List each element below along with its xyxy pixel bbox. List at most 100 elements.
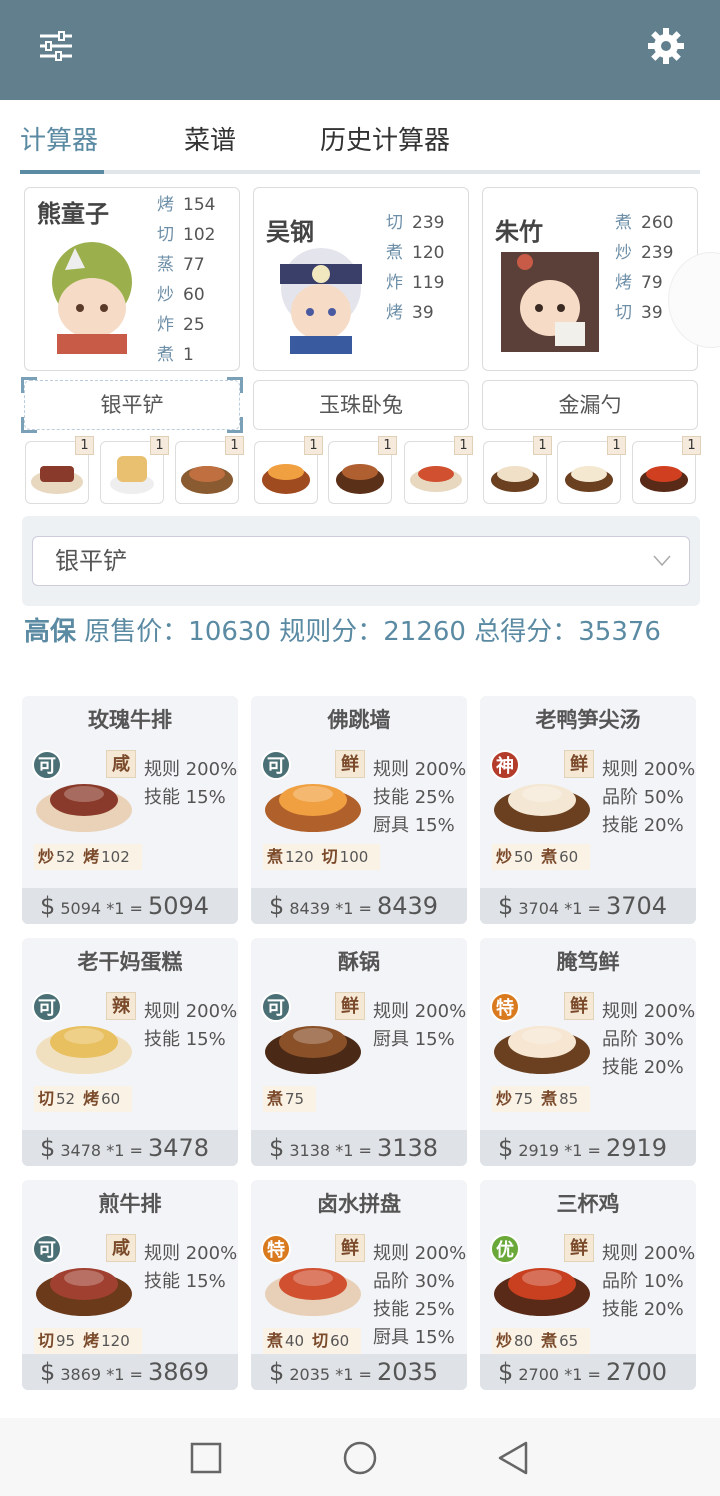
equipment-slot-1[interactable]: 银平铲 [21,377,243,433]
flavor-badge: 鲜 [335,1234,365,1262]
unit-price: 2700 [518,1365,560,1384]
skill-name: 炒 [496,847,513,866]
flavor-badge: 咸 [106,1234,136,1262]
grade-badge: 可 [261,750,291,780]
dish-slot-1[interactable]: 1 [25,436,94,504]
dish-slot-5[interactable]: 1 [328,436,397,504]
dish-result-card[interactable]: 酥锅 可 鲜 规则 200% 厨具 15% 煮 75 $ 3138 *1 = 313… [251,938,467,1166]
dollar-icon: $ [269,1134,285,1162]
summary-label: 高保 [24,617,77,647]
skill-value: 75 [514,1090,534,1108]
grade-badge: 特 [261,1234,291,1264]
dish-slot-9[interactable]: 1 [632,436,701,504]
multiplier: *1 [564,899,583,918]
equipment-slot-2[interactable]: 玉珠卧兔 [253,380,469,430]
rule-line: 技能 20% [602,1057,684,1078]
dish-slot-3[interactable]: 1 [175,436,244,504]
price-row: $ 5094 *1 = 5094 [22,888,238,924]
skill-name: 烤 [83,847,100,866]
dish-result-card[interactable]: 佛跳墙 可 鲜 规则 200% 技能 25% 厨具 15% 煮 120 切 100 $ 8… [251,696,467,924]
settings-gear-icon[interactable] [646,26,686,66]
skill-requirements: 煮 40 切 60 [263,1328,362,1354]
dish-slot-7[interactable]: 1 [483,436,552,504]
dish-name: 玫瑰牛排 [88,708,172,732]
dish-slot-8[interactable]: 1 [557,436,626,504]
tab-calculator[interactable]: 计算器 [20,120,98,157]
bonus-list: 规则 200% 技能 15% [144,998,237,1054]
chef-card-3[interactable]: 朱竹 煮 260 炒 239 烤 79 切 39 [482,187,698,371]
rule-line: 规则 200% [144,759,238,780]
quantity-badge: 1 [150,436,169,455]
quantity-badge: 1 [75,436,94,455]
recent-apps-icon[interactable] [188,1440,224,1476]
flavor-badge: 鲜 [335,750,365,778]
dish-result-card[interactable]: 腌笃鲜 特 鲜 规则 200% 品阶 30% 技能 20% 炒 75 煮 85 $ 291… [480,938,696,1166]
skill-requirements: 炒 50 煮 60 [492,844,591,870]
unit-price: 2919 [518,1141,560,1160]
filter-sliders-icon[interactable] [36,26,76,66]
unit-price: 3478 [60,1141,102,1160]
flavor-badge: 鲜 [335,992,365,1020]
skill-requirements: 切 52 烤 60 [34,1086,133,1112]
chevron-down-icon [653,555,671,567]
total-price: 3478 [147,1134,210,1162]
dollar-icon: $ [269,1358,285,1386]
unit-price: 3138 [289,1141,331,1160]
flavor-badge: 咸 [106,750,136,778]
rule-line: 品阶 50% [602,787,684,808]
skill-name: 煮 [541,1331,558,1350]
rule-line: 技能 15% [144,1271,226,1292]
dish-result-card[interactable]: 玫瑰牛排 可 咸 规则 200% 技能 15% 炒 52 烤 102 $ 5094 *1… [22,696,238,924]
tab-bar: 计算器 菜谱 历史计算器 [0,100,720,176]
price-row: $ 3138 *1 = 3138 [251,1130,467,1166]
grade-badge: 特 [490,992,520,1022]
tab-recipes[interactable]: 菜谱 [184,120,236,157]
rule-select[interactable]: 银平铲 [32,536,690,586]
skill-value: 40 [285,1332,305,1350]
dish-slot-6[interactable]: 1 [404,436,473,504]
dish-slot-4[interactable]: 1 [254,436,323,504]
price-row: $ 3478 *1 = 3478 [22,1130,238,1166]
total-price: 5094 [147,892,210,920]
dish-result-card[interactable]: 三杯鸡 优 鲜 规则 200% 品阶 10% 技能 20% 炒 80 煮 65 $ 270… [480,1180,696,1390]
grade-badge: 可 [32,1234,62,1264]
multiplier: *1 [335,1365,354,1384]
chef-skills: 煮 260 炒 239 烤 79 切 39 [615,213,674,323]
dish-result-card[interactable]: 卤水拼盘 特 鲜 规则 200% 品阶 30% 技能 25% 厨具 15% 煮 40 切 6… [251,1180,467,1390]
skill-name: 烤 [83,1331,100,1350]
dish-result-card[interactable]: 老干妈蛋糕 可 辣 规则 200% 技能 15% 切 52 烤 60 $ 3478 *1… [22,938,238,1166]
unit-price: 8439 [289,899,331,918]
rule-line: 品阶 30% [602,1029,684,1050]
rule-line: 品阶 10% [602,1271,684,1292]
home-icon[interactable] [342,1440,378,1476]
rule-line: 技能 25% [373,787,455,808]
skill-value: 75 [285,1090,305,1108]
chef-skills: 切 239 煮 120 炸 119 烤 39 [386,213,445,323]
multiplier: *1 [106,1365,125,1384]
skill-name: 切 [312,1331,329,1350]
chef-portrait [37,242,147,354]
rule-line: 技能 20% [602,1299,684,1320]
quantity-badge: 1 [378,436,397,455]
chef-portrait [266,242,376,354]
dish-slot-2[interactable]: 1 [100,436,169,504]
multiplier: *1 [106,1141,125,1160]
skill-value: 60 [330,1332,350,1350]
chef-card-2[interactable]: 吴钢 切 239 煮 120 炸 119 烤 39 [253,187,469,371]
multiplier: *1 [106,899,125,918]
chef-card-1[interactable]: 熊童子 烤 154 切 102 蒸 77 炒 60 炸 25 煮1 [24,187,240,371]
dish-name: 佛跳墙 [327,708,391,732]
total-price: 8439 [376,892,439,920]
rule-line: 规则 200% [373,1001,467,1022]
tab-history-calculator[interactable]: 历史计算器 [320,120,450,157]
rule-line: 技能 15% [144,787,226,808]
bonus-list: 规则 200% 技能 25% 厨具 15% [373,756,466,840]
back-icon[interactable] [496,1440,532,1476]
price-row: $ 2700 *1 = 2700 [480,1354,696,1390]
chef-skills: 烤 154 切 102 蒸 77 炒 60 炸 25 煮1 [157,195,216,365]
rule-select-value: 银平铲 [55,547,127,575]
dish-result-card[interactable]: 煎牛排 可 咸 规则 200% 技能 15% 切 95 烤 120 $ 3869 *1 … [22,1180,238,1390]
skill-value: 95 [56,1332,76,1350]
dish-result-card[interactable]: 老鸭笋尖汤 神 鲜 规则 200% 品阶 50% 技能 20% 炒 50 煮 60 $ 3… [480,696,696,924]
equipment-slot-3[interactable]: 金漏勺 [482,380,698,430]
